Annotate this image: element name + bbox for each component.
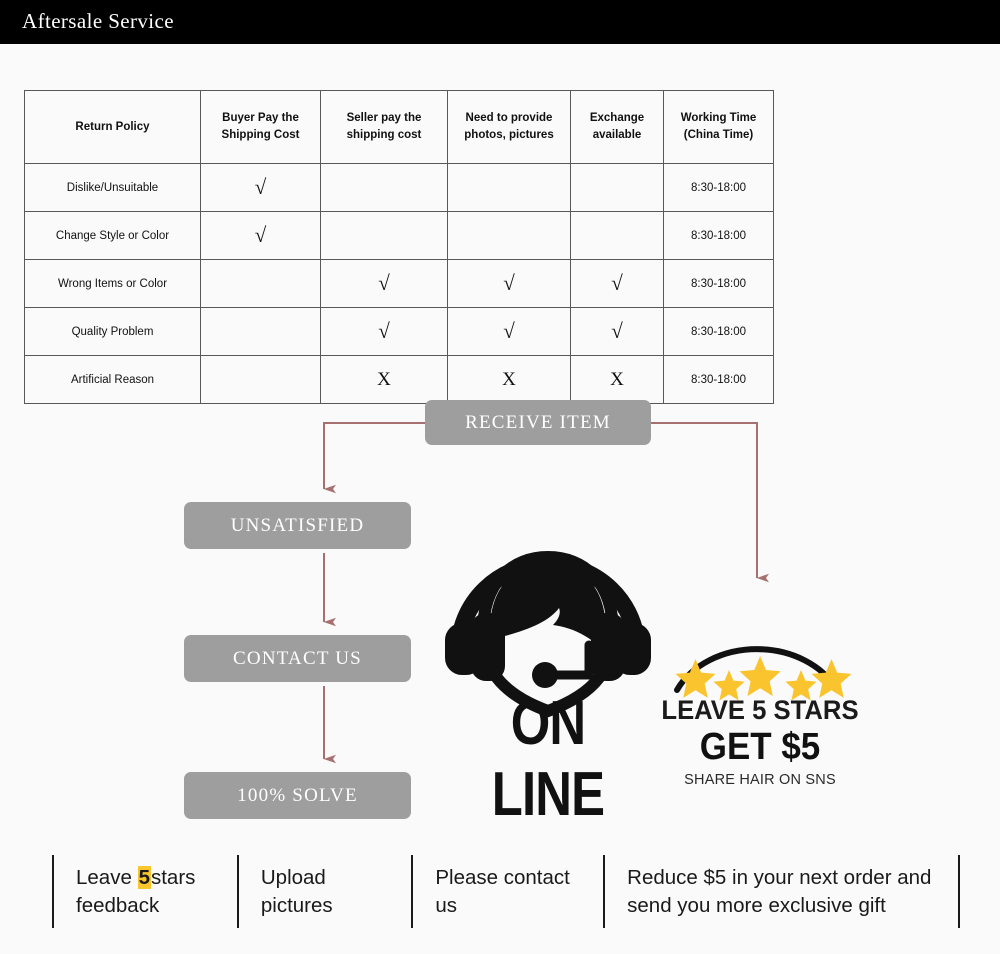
benefit-text-4: Reduce $5 in your next order and send yo… (627, 866, 932, 917)
stars-arc (674, 646, 852, 701)
page-title: Aftersale Service (22, 9, 174, 33)
highlight-5: 5 (137, 866, 151, 890)
table-row: Change Style or Color √ 8:30-18:00 (24, 211, 774, 260)
cell-reason: Change Style or Color (24, 211, 201, 260)
benefit-text-1: Leave 5stars feedback (76, 864, 227, 918)
flow-box-unsatisfied[interactable]: UNSATISFIED (184, 502, 411, 549)
cell-exchange (570, 211, 664, 260)
cell-buyer-pay (200, 259, 321, 308)
cell-buyer-pay (200, 307, 321, 356)
cell-photos: √ (447, 259, 571, 308)
benefit-cell-please-contact-us: Please contact us (411, 855, 603, 928)
table-header-row: Return Policy Buyer Pay the Shipping Cos… (24, 90, 774, 164)
cell-reason: Artificial Reason (24, 355, 201, 404)
leave-5-stars-graphic: LEAVE 5 STARS GET $5 SHARE HAIR ON SNS (655, 612, 865, 822)
cell-exchange: √ (570, 259, 664, 308)
cell-reason: Dislike/Unsuitable (24, 163, 201, 212)
cell-working-time: 8:30-18:00 (663, 211, 774, 260)
cell-exchange: X (570, 355, 664, 404)
column-header-working-time: Working Time (China Time) (663, 90, 774, 164)
column-header-buyer-pay: Buyer Pay the Shipping Cost (200, 90, 321, 164)
column-header-return-policy: Return Policy (24, 90, 201, 164)
leave-5-stars-text: LEAVE 5 STARS (661, 695, 859, 725)
table-row: Artificial Reason X X X 8:30-18:00 (24, 355, 774, 404)
cell-seller-pay (320, 211, 448, 260)
share-hair-on-sns-text: SHARE HAIR ON SNS (684, 772, 836, 788)
cell-reason: Quality Problem (24, 307, 201, 356)
cell-working-time: 8:30-18:00 (663, 307, 774, 356)
table-row: Wrong Items or Color √ √ √ 8:30-18:00 (24, 259, 774, 308)
flow-box-contact-us[interactable]: CONTACT US (184, 635, 411, 682)
column-header-exchange: Exchange available (570, 90, 664, 164)
cell-photos (447, 163, 571, 212)
arrow-receive-to-unsatisfied (323, 422, 425, 494)
arrow-receive-to-stars (651, 422, 769, 583)
cell-buyer-pay: √ (200, 211, 321, 260)
benefit-text-2: Upload pictures (260, 866, 333, 917)
benefit-cell-leave-5-stars: Leave 5stars feedback (52, 855, 237, 928)
cell-photos (447, 211, 571, 260)
cell-working-time: 8:30-18:00 (663, 355, 774, 404)
benefit-cell-reduce-5-dollars: Reduce $5 in your next order and send yo… (603, 855, 960, 928)
cell-buyer-pay (200, 355, 321, 404)
online-label: ON LINE (491, 689, 605, 829)
benefit-cell-upload-pictures: Upload pictures (236, 855, 411, 928)
cell-working-time: 8:30-18:00 (663, 259, 774, 308)
table-row: Quality Problem √ √ √ 8:30-18:00 (24, 307, 774, 356)
cell-exchange (570, 163, 664, 212)
cell-seller-pay: X (320, 355, 448, 404)
cell-seller-pay (320, 163, 448, 212)
return-policy-table: Return Policy Buyer Pay the Shipping Cos… (24, 90, 774, 404)
column-header-photos: Need to provide photos, pictures (447, 90, 571, 164)
cell-buyer-pay: √ (200, 163, 321, 212)
benefit-text-1-pre: Leave (76, 866, 138, 890)
flow-box-100-percent-solve[interactable]: 100% SOLVE (184, 772, 411, 819)
cell-photos: X (447, 355, 571, 404)
table-row: Dislike/Unsuitable √ 8:30-18:00 (24, 163, 774, 212)
column-header-seller-pay: Seller pay the shipping cost (320, 90, 448, 164)
flow-box-receive-item[interactable]: RECEIVE ITEM (425, 400, 651, 445)
get-5-dollars-text: GET $5 (699, 726, 821, 768)
bottom-benefits-bar: Leave 5stars feedback Upload pictures Pl… (52, 855, 960, 928)
cell-exchange: √ (570, 307, 664, 356)
benefit-text-3: Please contact us (435, 866, 570, 917)
cell-working-time: 8:30-18:00 (663, 163, 774, 212)
cell-reason: Wrong Items or Color (24, 259, 201, 308)
cell-photos: √ (447, 307, 571, 356)
cell-seller-pay: √ (320, 259, 448, 308)
cell-seller-pay: √ (320, 307, 448, 356)
